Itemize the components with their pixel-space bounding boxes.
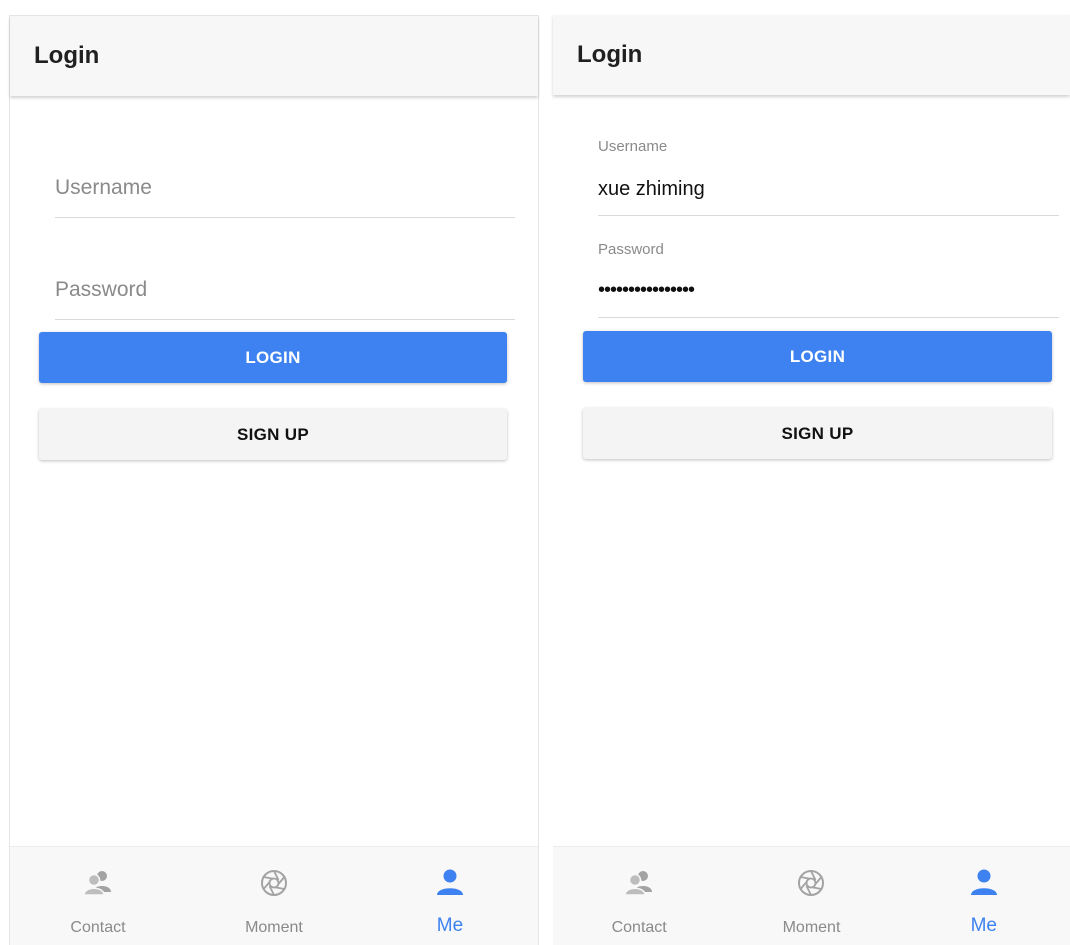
- contacts-icon: [624, 871, 653, 896]
- login-button[interactable]: LOGIN: [39, 332, 507, 383]
- password-field[interactable]: Password ••••••••••••••••: [598, 233, 1059, 318]
- page-title: Login: [577, 41, 643, 68]
- sign-up-button[interactable]: SIGN UP: [583, 408, 1052, 459]
- tab-contact-label: Contact: [70, 919, 126, 936]
- app-bar: Login: [10, 16, 538, 96]
- tab-moment-label: Moment: [245, 919, 303, 936]
- contacts-icon: [83, 871, 111, 896]
- username-value: xue zhiming: [598, 178, 705, 200]
- password-value: ••••••••••••••••: [598, 279, 695, 301]
- tab-contact[interactable]: Contact: [10, 847, 186, 945]
- username-label: Username: [598, 138, 668, 155]
- person-icon: [436, 869, 463, 895]
- person-icon: [970, 869, 997, 895]
- bottom-tab-bar: Contact Moment Me: [10, 846, 538, 945]
- tab-me[interactable]: Me: [898, 847, 1070, 945]
- sign-up-button[interactable]: SIGN UP: [39, 409, 507, 460]
- password-placeholder: Password: [55, 278, 148, 301]
- app-bar: Login: [553, 15, 1070, 95]
- tab-moment[interactable]: Moment: [725, 847, 897, 945]
- aperture-icon: [798, 870, 825, 896]
- login-screen-filled: Login Username xue zhiming Password ••••…: [553, 15, 1070, 945]
- username-field[interactable]: Username xue zhiming: [598, 130, 1059, 216]
- password-field[interactable]: Password: [55, 266, 515, 320]
- tab-moment-label: Moment: [782, 919, 841, 936]
- tab-contact-label: Contact: [611, 919, 667, 936]
- username-placeholder: Username: [55, 176, 152, 199]
- tab-contact[interactable]: Contact: [553, 847, 725, 945]
- page-title: Login: [34, 42, 100, 69]
- bottom-tab-bar: Contact Moment Me: [553, 846, 1070, 945]
- tab-moment[interactable]: Moment: [186, 847, 362, 945]
- password-label: Password: [598, 241, 664, 258]
- tab-me-label: Me: [436, 915, 464, 936]
- aperture-icon: [260, 870, 287, 896]
- username-field[interactable]: Username: [55, 164, 515, 218]
- login-screen-empty: Login Username Password LOGIN SIGN UP Co…: [9, 15, 539, 945]
- tab-me[interactable]: Me: [362, 847, 538, 945]
- login-button[interactable]: LOGIN: [583, 331, 1052, 382]
- tab-me-label: Me: [970, 915, 998, 936]
